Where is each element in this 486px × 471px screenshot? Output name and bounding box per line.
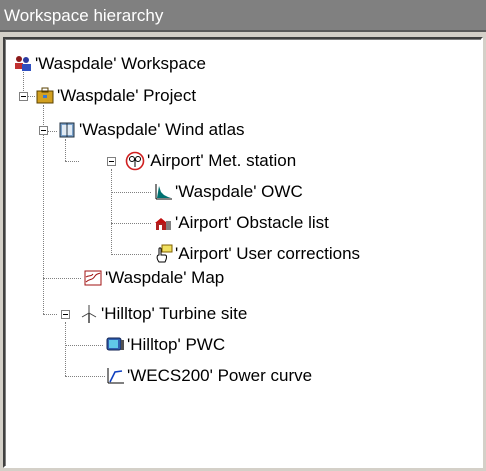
tree-node-label: 'Hilltop' Turbine site	[101, 304, 248, 323]
tree-node-pwc[interactable]: 'Hilltop' PWC	[105, 334, 225, 356]
collapse-toggle-met-station[interactable]	[107, 157, 116, 166]
tree-line	[111, 223, 151, 224]
tree-node-label: 'Waspdale' Project	[57, 86, 197, 105]
tree-line	[65, 345, 103, 346]
briefcase-icon	[35, 86, 55, 106]
tree-node-met-station[interactable]: 'Airport' Met. station	[125, 150, 296, 172]
workspace-hierarchy-window: Workspace hierarchy 'Waspdale' Workspace…	[0, 0, 486, 471]
tree-node-label: 'Waspdale' Wind atlas	[79, 120, 245, 139]
tree-node-workspace[interactable]: 'Waspdale' Workspace	[13, 53, 206, 75]
tree-line	[65, 376, 105, 377]
collapse-toggle-wind-atlas[interactable]	[39, 126, 48, 135]
tree-node-user-corrections[interactable]: 'Airport' User corrections	[153, 243, 360, 265]
tree-line	[111, 254, 151, 255]
tree-node-label: 'Waspdale' Workspace	[35, 54, 206, 73]
tree-node-label: 'Airport' User corrections	[175, 244, 361, 263]
tree-node-label: 'Waspdale' OWC	[175, 182, 303, 201]
anemometer-icon	[125, 151, 145, 171]
workspace-tree: 'Waspdale' Workspace 'Waspdale' Project …	[5, 39, 481, 466]
curve-chart-icon	[105, 366, 125, 386]
turbine-icon	[79, 304, 99, 324]
tree-node-owc[interactable]: 'Waspdale' OWC	[153, 181, 303, 203]
tree-line	[43, 278, 44, 314]
tree-node-label: 'Hilltop' PWC	[127, 335, 226, 354]
collapse-toggle-turbine-site[interactable]	[61, 310, 70, 319]
tree-node-project[interactable]: 'Waspdale' Project	[35, 85, 196, 107]
buildings-icon	[153, 213, 173, 233]
tree-node-label: 'Airport' Obstacle list	[175, 213, 329, 232]
hand-pointer-icon	[153, 244, 173, 264]
tree-line	[65, 161, 79, 162]
tree-node-power-curve[interactable]: 'WECS200' Power curve	[105, 365, 312, 387]
tree-line	[65, 322, 66, 376]
tree-node-label: 'WECS200' Power curve	[127, 366, 313, 385]
monitor-icon	[105, 335, 125, 355]
tree-line	[111, 192, 151, 193]
tree-line	[43, 314, 57, 315]
tree-line	[111, 169, 112, 255]
collapse-toggle-project[interactable]	[19, 92, 28, 101]
histogram-icon	[153, 182, 173, 202]
tree-panel: 'Waspdale' Workspace 'Waspdale' Project …	[3, 37, 483, 468]
tree-node-wind-atlas[interactable]: 'Waspdale' Wind atlas	[57, 119, 245, 141]
tree-node-label: 'Airport' Met. station	[147, 151, 297, 170]
users-icon	[13, 54, 33, 74]
tree-node-obstacle-list[interactable]: 'Airport' Obstacle list	[153, 212, 329, 234]
window-title: Workspace hierarchy	[0, 0, 486, 32]
map-icon	[83, 268, 103, 288]
tree-node-map[interactable]: 'Waspdale' Map	[83, 267, 224, 289]
tree-node-label: 'Waspdale' Map	[105, 268, 225, 287]
tree-line	[65, 139, 66, 161]
tree-line	[43, 131, 44, 278]
book-icon	[57, 120, 77, 140]
tree-node-turbine-site[interactable]: 'Hilltop' Turbine site	[79, 303, 247, 325]
tree-line	[43, 278, 81, 279]
